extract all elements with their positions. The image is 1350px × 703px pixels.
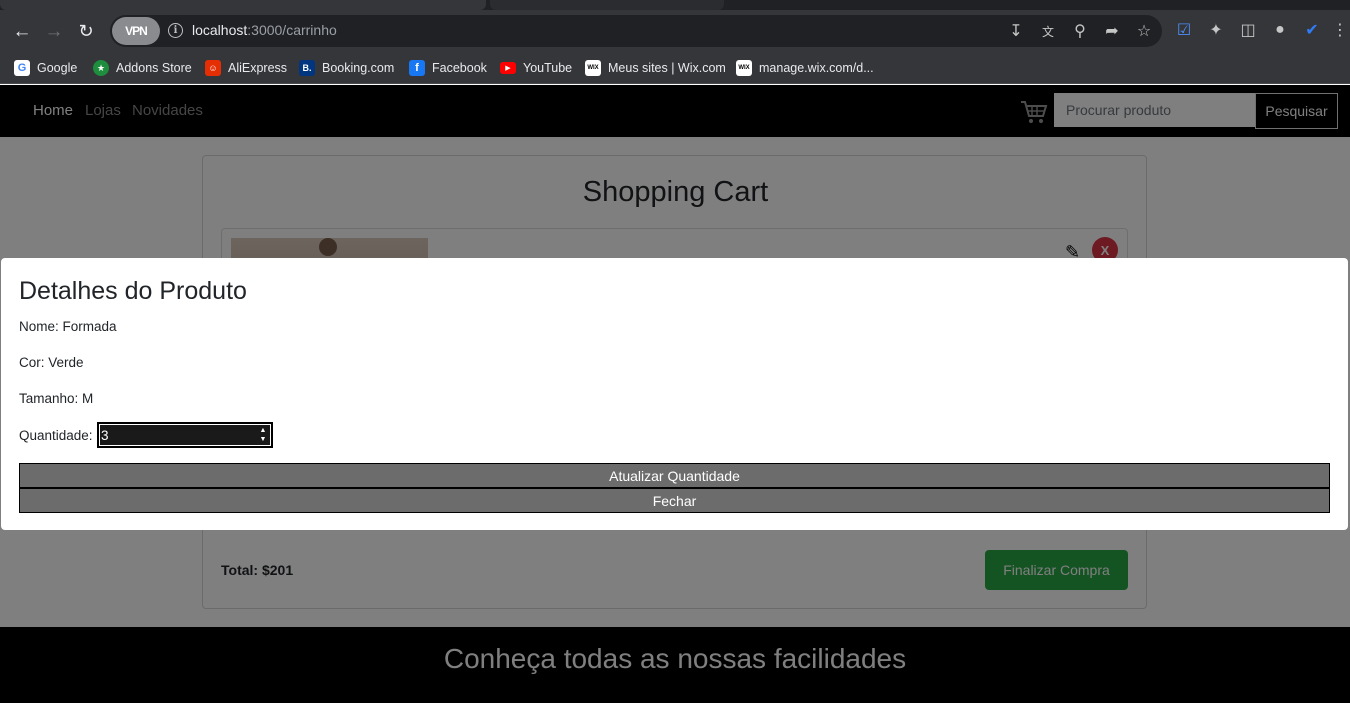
back-icon[interactable]: ←: [10, 19, 34, 43]
facebook-icon: f: [409, 60, 425, 76]
addons-store-icon: ★: [93, 60, 109, 76]
bookmark-label: manage.wix.com/d...: [759, 61, 874, 75]
browser-tabstrip: [0, 0, 1350, 10]
web-page: Home Lojas Novidades Pesquisar Shopping …: [0, 85, 1350, 703]
address-bar[interactable]: VPN i localhost:3000/carrinho ↧ 文 ⚲ ➦ ☆: [110, 15, 1162, 47]
reload-icon[interactable]: ↻: [74, 19, 98, 43]
browser-tab[interactable]: [0, 0, 486, 10]
quantity-value: 3: [101, 428, 109, 443]
vpn-badge[interactable]: VPN: [112, 17, 160, 45]
close-modal-button[interactable]: Fechar: [19, 488, 1330, 513]
url-path: :3000/carrinho: [247, 22, 337, 38]
bookmark-youtube[interactable]: ▶ YouTube: [500, 58, 572, 78]
bookmark-label: Facebook: [432, 61, 487, 75]
forward-icon[interactable]: →: [42, 19, 66, 43]
side-panel-icon[interactable]: ◫: [1237, 19, 1259, 41]
quantity-label: Quantidade:: [19, 428, 93, 443]
security-extension-icon[interactable]: ✔: [1301, 19, 1323, 41]
bookmark-wix-manage[interactable]: WIX manage.wix.com/d...: [736, 58, 874, 78]
bookmark-label: YouTube: [523, 61, 573, 75]
quantity-spinner-icon[interactable]: ▲ ▼: [258, 426, 268, 444]
profile-avatar-icon[interactable]: ●: [1269, 19, 1291, 41]
google-icon: G: [14, 60, 30, 76]
browser-tab-active[interactable]: [490, 0, 724, 10]
product-details-modal: Detalhes do Produto Nome: Formada Cor: V…: [1, 258, 1348, 530]
quantity-input[interactable]: 3 ▲ ▼: [97, 422, 273, 448]
youtube-icon: ▶: [500, 62, 516, 74]
wix-icon: WIX: [736, 60, 752, 76]
update-quantity-button[interactable]: Atualizar Quantidade: [19, 463, 1330, 488]
product-name: Nome: Formada: [19, 319, 117, 334]
bookmark-label: Booking.com: [322, 61, 395, 75]
product-size: Tamanho: M: [19, 391, 94, 406]
aliexpress-icon: ☺: [205, 60, 221, 76]
booking-icon: B.: [299, 60, 315, 76]
extensions-puzzle-icon[interactable]: ✦: [1205, 19, 1227, 41]
bookmarks-bar: G Google ★ Addons Store ☺ AliExpress B. …: [0, 52, 1350, 84]
bookmark-label: AliExpress: [228, 61, 288, 75]
share-icon[interactable]: ➦: [1101, 20, 1123, 42]
browser-toolbar: ← → ↻ VPN i localhost:3000/carrinho ↧ 文 …: [0, 10, 1350, 52]
wix-icon: WIX: [585, 60, 601, 76]
site-info-icon[interactable]: i: [168, 23, 183, 38]
bookmark-addons-store[interactable]: ★ Addons Store: [93, 58, 192, 78]
modal-title: Detalhes do Produto: [19, 277, 247, 305]
bookmark-google[interactable]: G Google: [14, 58, 77, 78]
url-host: localhost: [192, 22, 248, 38]
extension-shield-icon[interactable]: ☑: [1173, 19, 1195, 41]
product-color: Cor: Verde: [19, 355, 84, 370]
browser-menu-icon[interactable]: ⋮: [1332, 19, 1348, 41]
bookmark-label: Addons Store: [116, 61, 192, 75]
bookmark-wix-sites[interactable]: WIX Meus sites | Wix.com: [585, 58, 726, 78]
bookmark-booking[interactable]: B. Booking.com: [299, 58, 394, 78]
bookmark-star-icon[interactable]: ☆: [1133, 20, 1155, 42]
zoom-icon[interactable]: ⚲: [1069, 20, 1091, 42]
url-text[interactable]: localhost:3000/carrinho: [192, 22, 337, 38]
bookmark-aliexpress[interactable]: ☺ AliExpress: [205, 58, 287, 78]
translate-icon[interactable]: 文: [1037, 20, 1059, 42]
bookmark-label: Google: [37, 61, 78, 75]
install-app-icon[interactable]: ↧: [1005, 20, 1027, 42]
bookmark-label: Meus sites | Wix.com: [608, 61, 726, 75]
bookmark-facebook[interactable]: f Facebook: [409, 58, 487, 78]
